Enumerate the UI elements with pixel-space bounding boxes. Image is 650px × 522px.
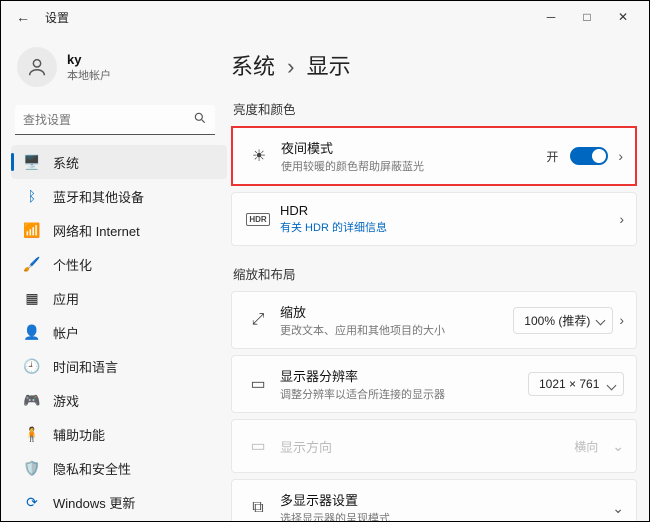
profile-block[interactable]: ky 本地帐户 (11, 39, 227, 101)
search-box[interactable] (15, 105, 215, 135)
wifi-icon: 📶 (21, 222, 43, 239)
nav-network[interactable]: 📶 网络和 Internet (11, 213, 227, 247)
card-multimonitor[interactable]: ⧉ 多显示器设置 选择显示器的呈现模式 ⌄ (231, 479, 637, 521)
nav-label: 网络和 Internet (53, 221, 140, 240)
nav-time-language[interactable]: 🕘 时间和语言 (11, 349, 227, 383)
nav-bluetooth[interactable]: ᛒ 蓝牙和其他设备 (11, 179, 227, 213)
nav-system[interactable]: 🖥️ 系统 (11, 145, 227, 179)
nav-accessibility[interactable]: 🧍 辅助功能 (11, 417, 227, 451)
card-sub: 调整分辨率以适合所连接的显示器 (280, 386, 528, 402)
card-title: 缩放 (280, 302, 513, 321)
nav-label: 时间和语言 (53, 357, 118, 376)
chevron-down-icon[interactable]: ⌄ (612, 500, 624, 517)
accessibility-icon: 🧍 (21, 426, 43, 443)
card-hdr[interactable]: HDR HDR 有关 HDR 的详细信息 › (231, 192, 637, 246)
card-zoom[interactable]: ⤢ 缩放 更改文本、应用和其他项目的大小 100% (推荐) › (231, 291, 637, 349)
card-title: HDR (280, 203, 613, 218)
card-resolution[interactable]: ▭ 显示器分辨率 调整分辨率以适合所连接的显示器 1021 × 761 (231, 355, 637, 413)
card-title: 显示器分辨率 (280, 366, 528, 385)
nav-privacy[interactable]: 🛡️ 隐私和安全性 (11, 451, 227, 485)
nav-label: 游戏 (53, 391, 79, 410)
search-input[interactable] (15, 105, 215, 135)
person-icon (26, 56, 48, 78)
nav-personalization[interactable]: 🖌️ 个性化 (11, 247, 227, 281)
nav-label: 系统 (53, 153, 79, 172)
card-sub: 选择显示器的呈现模式 (280, 510, 606, 521)
card-title: 多显示器设置 (280, 490, 606, 509)
breadcrumb-current: 显示 (307, 54, 351, 79)
account-icon: 👤 (21, 324, 43, 341)
back-button[interactable]: ← (9, 9, 37, 25)
update-icon: ⟳ (21, 494, 43, 511)
bluetooth-icon: ᛒ (21, 188, 43, 204)
chevron-right-icon[interactable]: › (619, 211, 624, 227)
chevron-down-icon: ⌄ (612, 438, 624, 455)
resolution-dropdown[interactable]: 1021 × 761 (528, 372, 624, 396)
nav-label: 隐私和安全性 (53, 459, 131, 478)
nav-label: 个性化 (53, 255, 92, 274)
toggle-label: 开 (546, 148, 558, 165)
hdr-icon: HDR (244, 213, 272, 226)
section-brightness: 亮度和颜色 (233, 99, 637, 118)
maximize-button[interactable]: □ (569, 10, 605, 24)
nav-gaming[interactable]: 🎮 游戏 (11, 383, 227, 417)
gamepad-icon: 🎮 (21, 392, 43, 409)
zoom-dropdown[interactable]: 100% (推荐) (513, 307, 613, 334)
chevron-right-icon[interactable]: › (618, 148, 623, 164)
nightlight-icon: ☀ (245, 146, 273, 166)
hdr-link[interactable]: 有关 HDR 的详细信息 (280, 219, 613, 235)
breadcrumb: 系统 › 显示 (231, 43, 637, 93)
nav-label: 蓝牙和其他设备 (53, 187, 144, 206)
orientation-icon: ▭ (244, 436, 272, 456)
nav-label: 帐户 (53, 323, 79, 342)
chevron-right-icon[interactable]: › (619, 312, 624, 328)
window-title: 设置 (45, 9, 69, 26)
search-icon (193, 111, 207, 130)
system-icon: 🖥️ (21, 154, 43, 171)
orientation-value: 横向 (574, 438, 598, 455)
nav-label: Windows 更新 (53, 493, 135, 512)
shield-icon: 🛡️ (21, 460, 43, 477)
card-title: 显示方向 (280, 437, 574, 456)
card-nightlight[interactable]: ☀ 夜间模式 使用较暖的颜色帮助屏蔽蓝光 开 › (231, 126, 637, 186)
clock-icon: 🕘 (21, 358, 43, 375)
multimonitor-icon: ⧉ (244, 499, 272, 517)
resolution-icon: ▭ (244, 374, 272, 394)
card-orientation: ▭ 显示方向 横向 ⌄ (231, 419, 637, 473)
card-sub: 使用较暖的颜色帮助屏蔽蓝光 (281, 158, 546, 174)
apps-icon: ▦ (21, 290, 43, 307)
profile-sub: 本地帐户 (67, 67, 111, 83)
nav-label: 辅助功能 (53, 425, 105, 444)
close-button[interactable]: ✕ (605, 10, 641, 24)
avatar (17, 47, 57, 87)
nightlight-toggle[interactable] (570, 147, 608, 165)
zoom-icon: ⤢ (244, 311, 272, 329)
section-scale: 缩放和布局 (233, 264, 637, 283)
brush-icon: 🖌️ (21, 256, 43, 273)
nav-label: 应用 (53, 289, 79, 308)
nav-accounts[interactable]: 👤 帐户 (11, 315, 227, 349)
profile-name: ky (67, 52, 111, 67)
card-sub: 更改文本、应用和其他项目的大小 (280, 322, 513, 338)
minimize-button[interactable]: ─ (533, 10, 569, 24)
card-title: 夜间模式 (281, 138, 546, 157)
nav-apps[interactable]: ▦ 应用 (11, 281, 227, 315)
nav-update[interactable]: ⟳ Windows 更新 (11, 485, 227, 519)
chevron-right-icon: › (287, 54, 294, 79)
breadcrumb-parent[interactable]: 系统 (231, 54, 275, 79)
